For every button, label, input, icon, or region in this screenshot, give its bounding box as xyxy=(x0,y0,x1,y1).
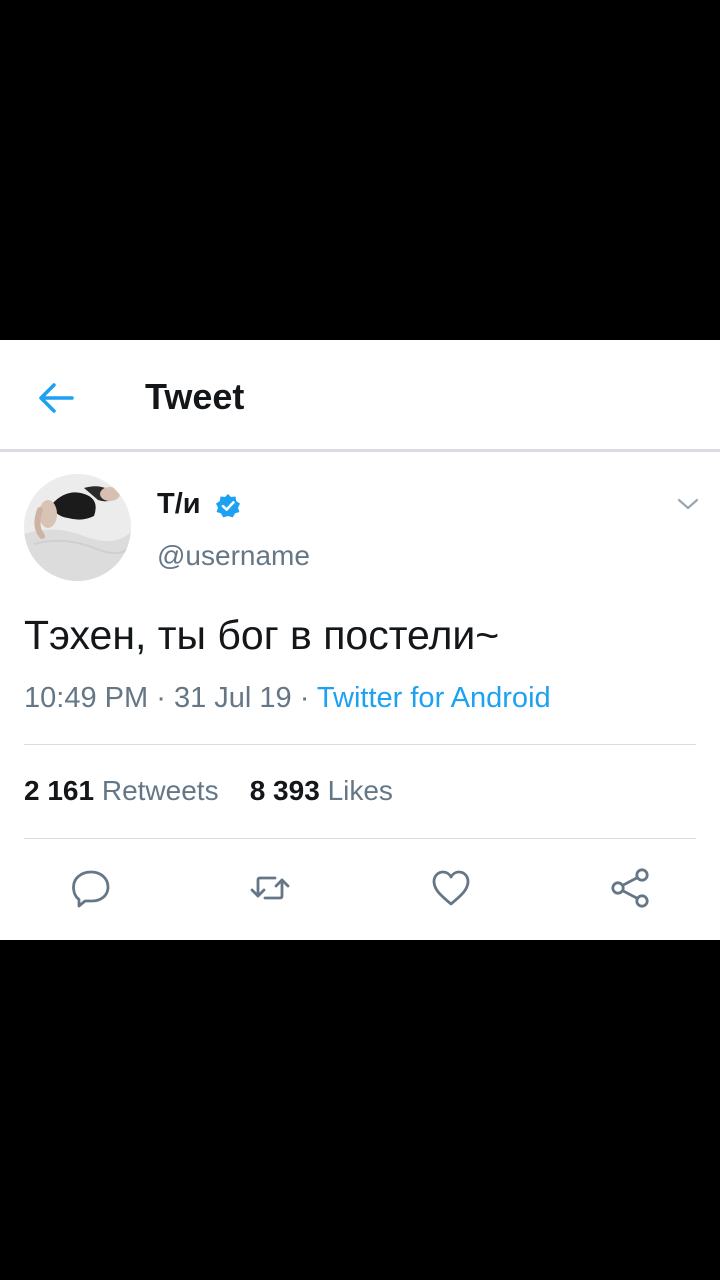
likes-label: Likes xyxy=(327,775,393,806)
verified-badge-icon xyxy=(216,494,240,518)
divider xyxy=(24,744,696,745)
meta-separator: · xyxy=(299,682,310,714)
reply-icon xyxy=(72,870,110,908)
letterbox-top xyxy=(0,0,720,340)
back-button[interactable] xyxy=(36,378,76,418)
avatar[interactable] xyxy=(24,474,131,581)
likes-count: 8 393 xyxy=(249,775,320,806)
tweet-metadata: 10:49 PM · 31 Jul 19 · Twitter for Andro… xyxy=(24,682,551,715)
tweet-detail-screen: Tweet Т/и @username Тэхен, ты бог в пост… xyxy=(0,340,720,940)
divider xyxy=(24,838,696,839)
retweet-icon xyxy=(250,876,290,900)
share-button[interactable] xyxy=(609,866,653,910)
username-handle[interactable]: @username xyxy=(157,540,310,572)
display-name[interactable]: Т/и xyxy=(157,488,201,521)
retweets-count: 2 161 xyxy=(24,775,95,806)
share-icon xyxy=(611,868,649,908)
reply-button[interactable] xyxy=(69,866,113,910)
chevron-down-icon xyxy=(677,498,699,510)
like-button[interactable] xyxy=(429,866,473,910)
retweet-button[interactable] xyxy=(248,866,292,910)
tweet-source-link[interactable]: Twitter for Android xyxy=(317,682,551,714)
tweet-stats: 2 161 Retweets 8 393 Likes xyxy=(24,775,393,807)
tweet-body-text: Тэхен, ты бог в постели~ xyxy=(24,612,500,658)
tweet-date: 31 Jul 19 xyxy=(173,682,292,714)
avatar-photo xyxy=(24,474,131,581)
tweet-options-button[interactable] xyxy=(676,496,700,512)
meta-separator: · xyxy=(156,682,166,714)
arrow-left-icon xyxy=(39,383,74,413)
tweet-time: 10:49 PM xyxy=(24,682,149,714)
letterbox-bottom xyxy=(0,940,720,1280)
page-title: Tweet xyxy=(145,376,245,417)
likes-stat[interactable]: 8 393 Likes xyxy=(250,775,393,806)
top-app-bar: Tweet xyxy=(0,340,720,452)
retweets-stat[interactable]: 2 161 Retweets xyxy=(24,775,219,806)
retweets-label: Retweets xyxy=(101,775,219,806)
heart-icon xyxy=(432,870,470,906)
